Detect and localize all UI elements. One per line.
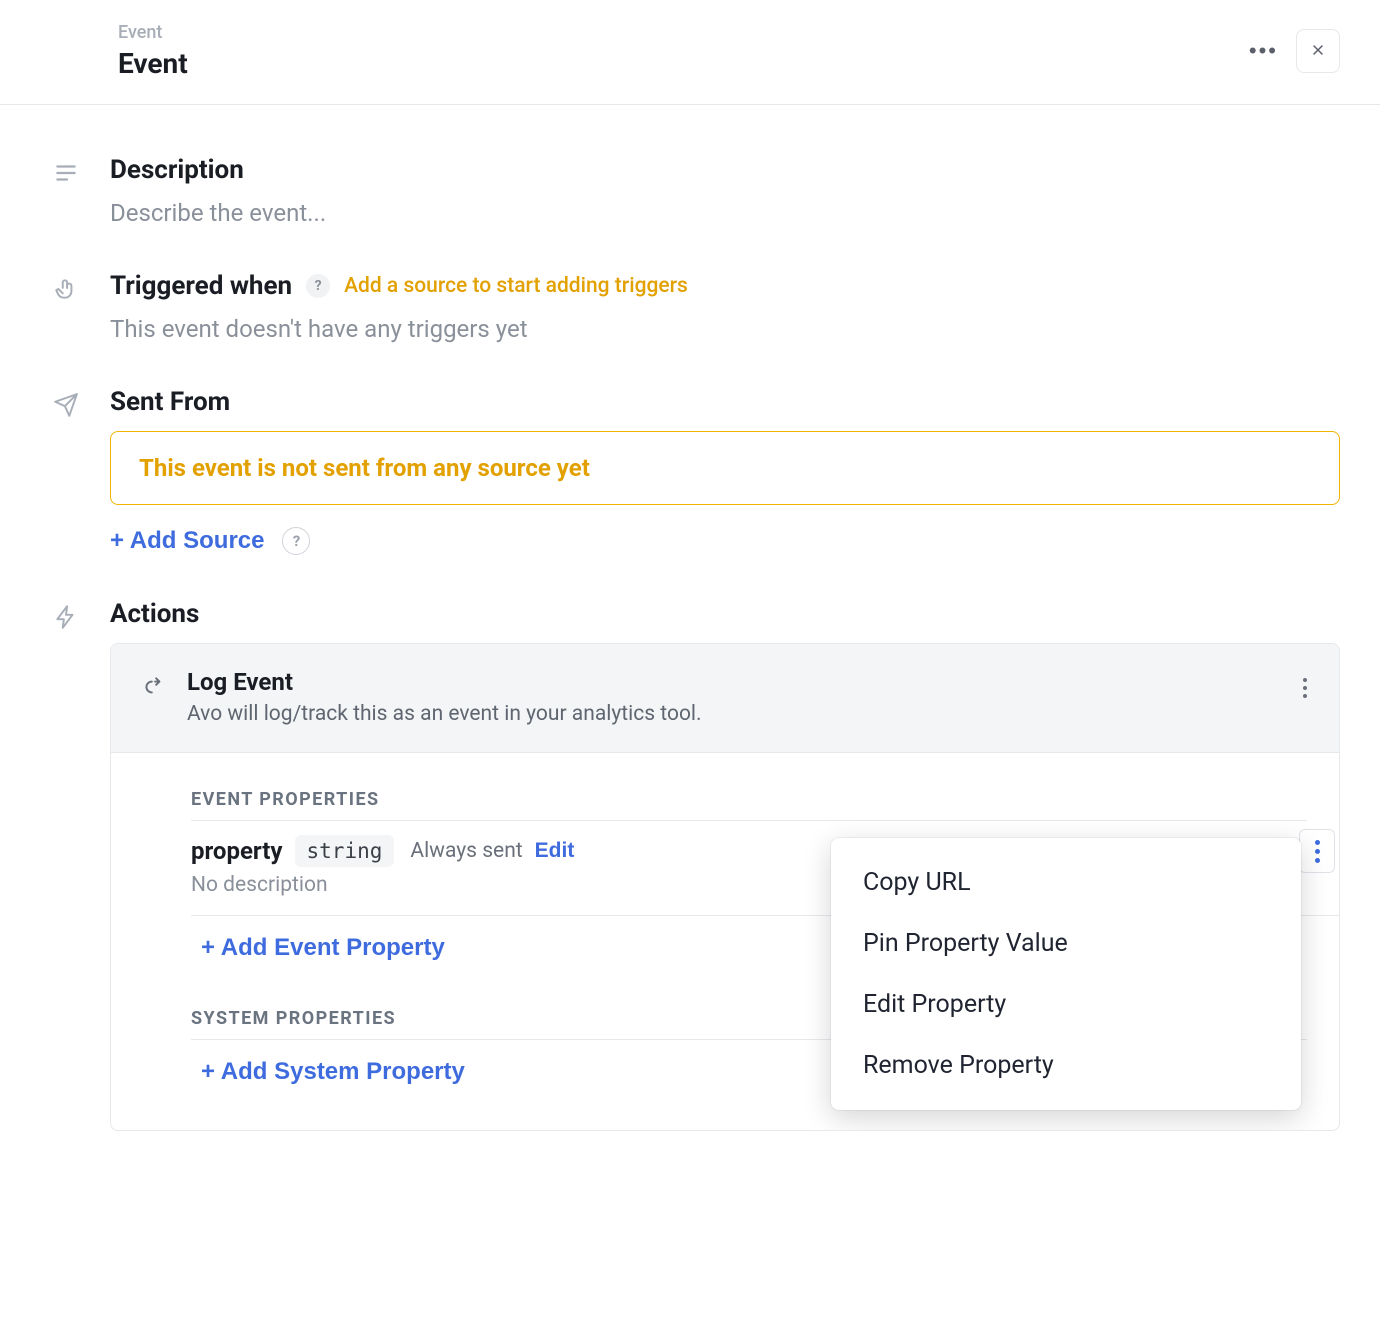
description-section: Description [50, 155, 1340, 227]
triggered-heading: Triggered when [110, 271, 292, 301]
link-out-icon [141, 674, 167, 700]
help-icon[interactable]: ? [282, 527, 310, 555]
property-type-badge: string [295, 835, 395, 867]
actions-heading: Actions [110, 599, 1340, 629]
action-description: Avo will log/track this as an event in y… [187, 702, 702, 726]
action-title: Log Event [187, 668, 702, 696]
help-icon[interactable]: ? [306, 274, 330, 298]
event-properties-heading: EVENT PROPERTIES [191, 773, 1307, 821]
property-context-menu: Copy URL Pin Property Value Edit Propert… [831, 838, 1301, 1110]
description-heading: Description [110, 155, 1340, 185]
add-source-button[interactable]: + Add Source [110, 527, 264, 555]
bolt-icon [50, 601, 82, 633]
sent-from-section: Sent From This event is not sent from an… [50, 387, 1340, 555]
sent-from-heading: Sent From [110, 387, 1340, 417]
triggered-section: Triggered when ? Add a source to start a… [50, 271, 1340, 343]
property-more-button[interactable] [1299, 829, 1335, 873]
action-more-button[interactable] [1295, 672, 1315, 704]
more-vertical-icon [1315, 840, 1320, 863]
property-presence: Always sent [410, 839, 522, 863]
menu-item-copy-url[interactable]: Copy URL [831, 852, 1301, 913]
close-icon [1310, 42, 1326, 61]
sent-from-empty-warning: This event is not sent from any source y… [110, 431, 1340, 505]
property-edit-button[interactable]: Edit [535, 839, 575, 863]
text-icon [50, 157, 82, 189]
send-icon [50, 389, 82, 421]
description-input[interactable] [110, 199, 1340, 227]
add-system-property-button[interactable]: + Add System Property [191, 1040, 465, 1106]
action-card-log-event: Log Event Avo will log/track this as an … [110, 643, 1340, 1131]
header: Event Event ••• [0, 0, 1380, 105]
menu-item-remove-property[interactable]: Remove Property [831, 1035, 1301, 1096]
menu-item-edit-property[interactable]: Edit Property [831, 974, 1301, 1035]
tap-icon [50, 273, 82, 305]
menu-item-pin-property-value[interactable]: Pin Property Value [831, 913, 1301, 974]
add-event-property-button[interactable]: + Add Event Property [191, 916, 445, 982]
close-button[interactable] [1296, 29, 1340, 73]
actions-section: Actions Log Event Avo will log/track thi… [50, 599, 1340, 1131]
header-more-button[interactable]: ••• [1245, 32, 1282, 70]
add-source-hint-link[interactable]: Add a source to start adding triggers [344, 274, 688, 298]
breadcrumb: Event [118, 22, 188, 43]
page-title: Event [118, 47, 188, 80]
property-name[interactable]: property [191, 837, 283, 865]
triggered-empty-message: This event doesn't have any triggers yet [110, 315, 1340, 343]
